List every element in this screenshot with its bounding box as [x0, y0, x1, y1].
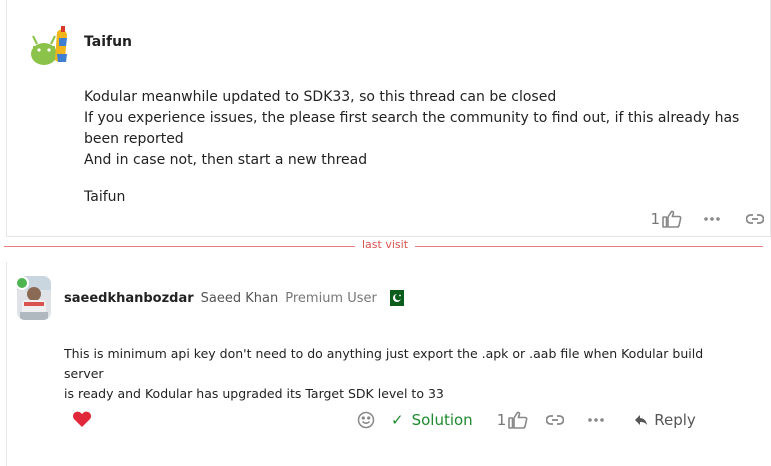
like-icon[interactable]	[508, 411, 528, 429]
post-saeed: saeedkhanbozdar Saeed Khan Premium User …	[6, 262, 771, 466]
more-options-icon[interactable]	[588, 417, 605, 423]
check-icon: ✓	[391, 411, 404, 429]
link-icon[interactable]	[746, 214, 764, 224]
avatar[interactable]	[27, 24, 73, 70]
online-status-dot	[15, 276, 29, 290]
last-visit-label: last visit	[355, 238, 416, 251]
reply-button[interactable]: Reply	[634, 411, 696, 429]
post-author: saeedkhanbozdar Saeed Khan Premium User	[64, 290, 404, 306]
post-actions: ✓ Solution 1 Reply	[357, 407, 696, 433]
username[interactable]: saeedkhanbozdar	[64, 291, 194, 306]
post-body: Kodular meanwhile updated to SDK33, so t…	[84, 87, 764, 208]
post-actions: 1	[650, 207, 770, 231]
pakistan-flag-icon	[385, 290, 404, 306]
username[interactable]: Taifun	[84, 34, 132, 50]
more-options-icon[interactable]	[704, 216, 720, 222]
solution-button[interactable]: ✓ Solution	[391, 411, 473, 429]
reply-icon	[634, 414, 648, 426]
heart-icon[interactable]	[72, 410, 92, 428]
reply-label: Reply	[654, 411, 696, 429]
post-line: If you experience issues, the please fir…	[84, 110, 740, 147]
post-line: is ready and Kodular has upgraded its Ta…	[64, 386, 444, 401]
emoji-reaction-icon[interactable]	[357, 411, 375, 429]
like-icon[interactable]	[662, 210, 682, 228]
post-taifun: Taifun Kodular meanwhile updated to SDK3…	[6, 0, 771, 237]
like-count[interactable]: 1	[650, 210, 660, 228]
signature: Taifun	[84, 189, 126, 205]
like-count[interactable]: 1	[497, 411, 507, 429]
solution-label: Solution	[411, 411, 473, 429]
post-line: And in case not, then start a new thread	[84, 152, 368, 168]
post-line: Kodular meanwhile updated to SDK33, so t…	[84, 89, 557, 105]
post-line: This is minimum api key don't need to do…	[64, 346, 704, 381]
full-name[interactable]: Saeed Khan	[201, 291, 279, 306]
link-icon[interactable]	[546, 415, 565, 425]
user-title: Premium User	[285, 290, 377, 306]
post-body: This is minimum api key don't need to do…	[64, 344, 704, 404]
